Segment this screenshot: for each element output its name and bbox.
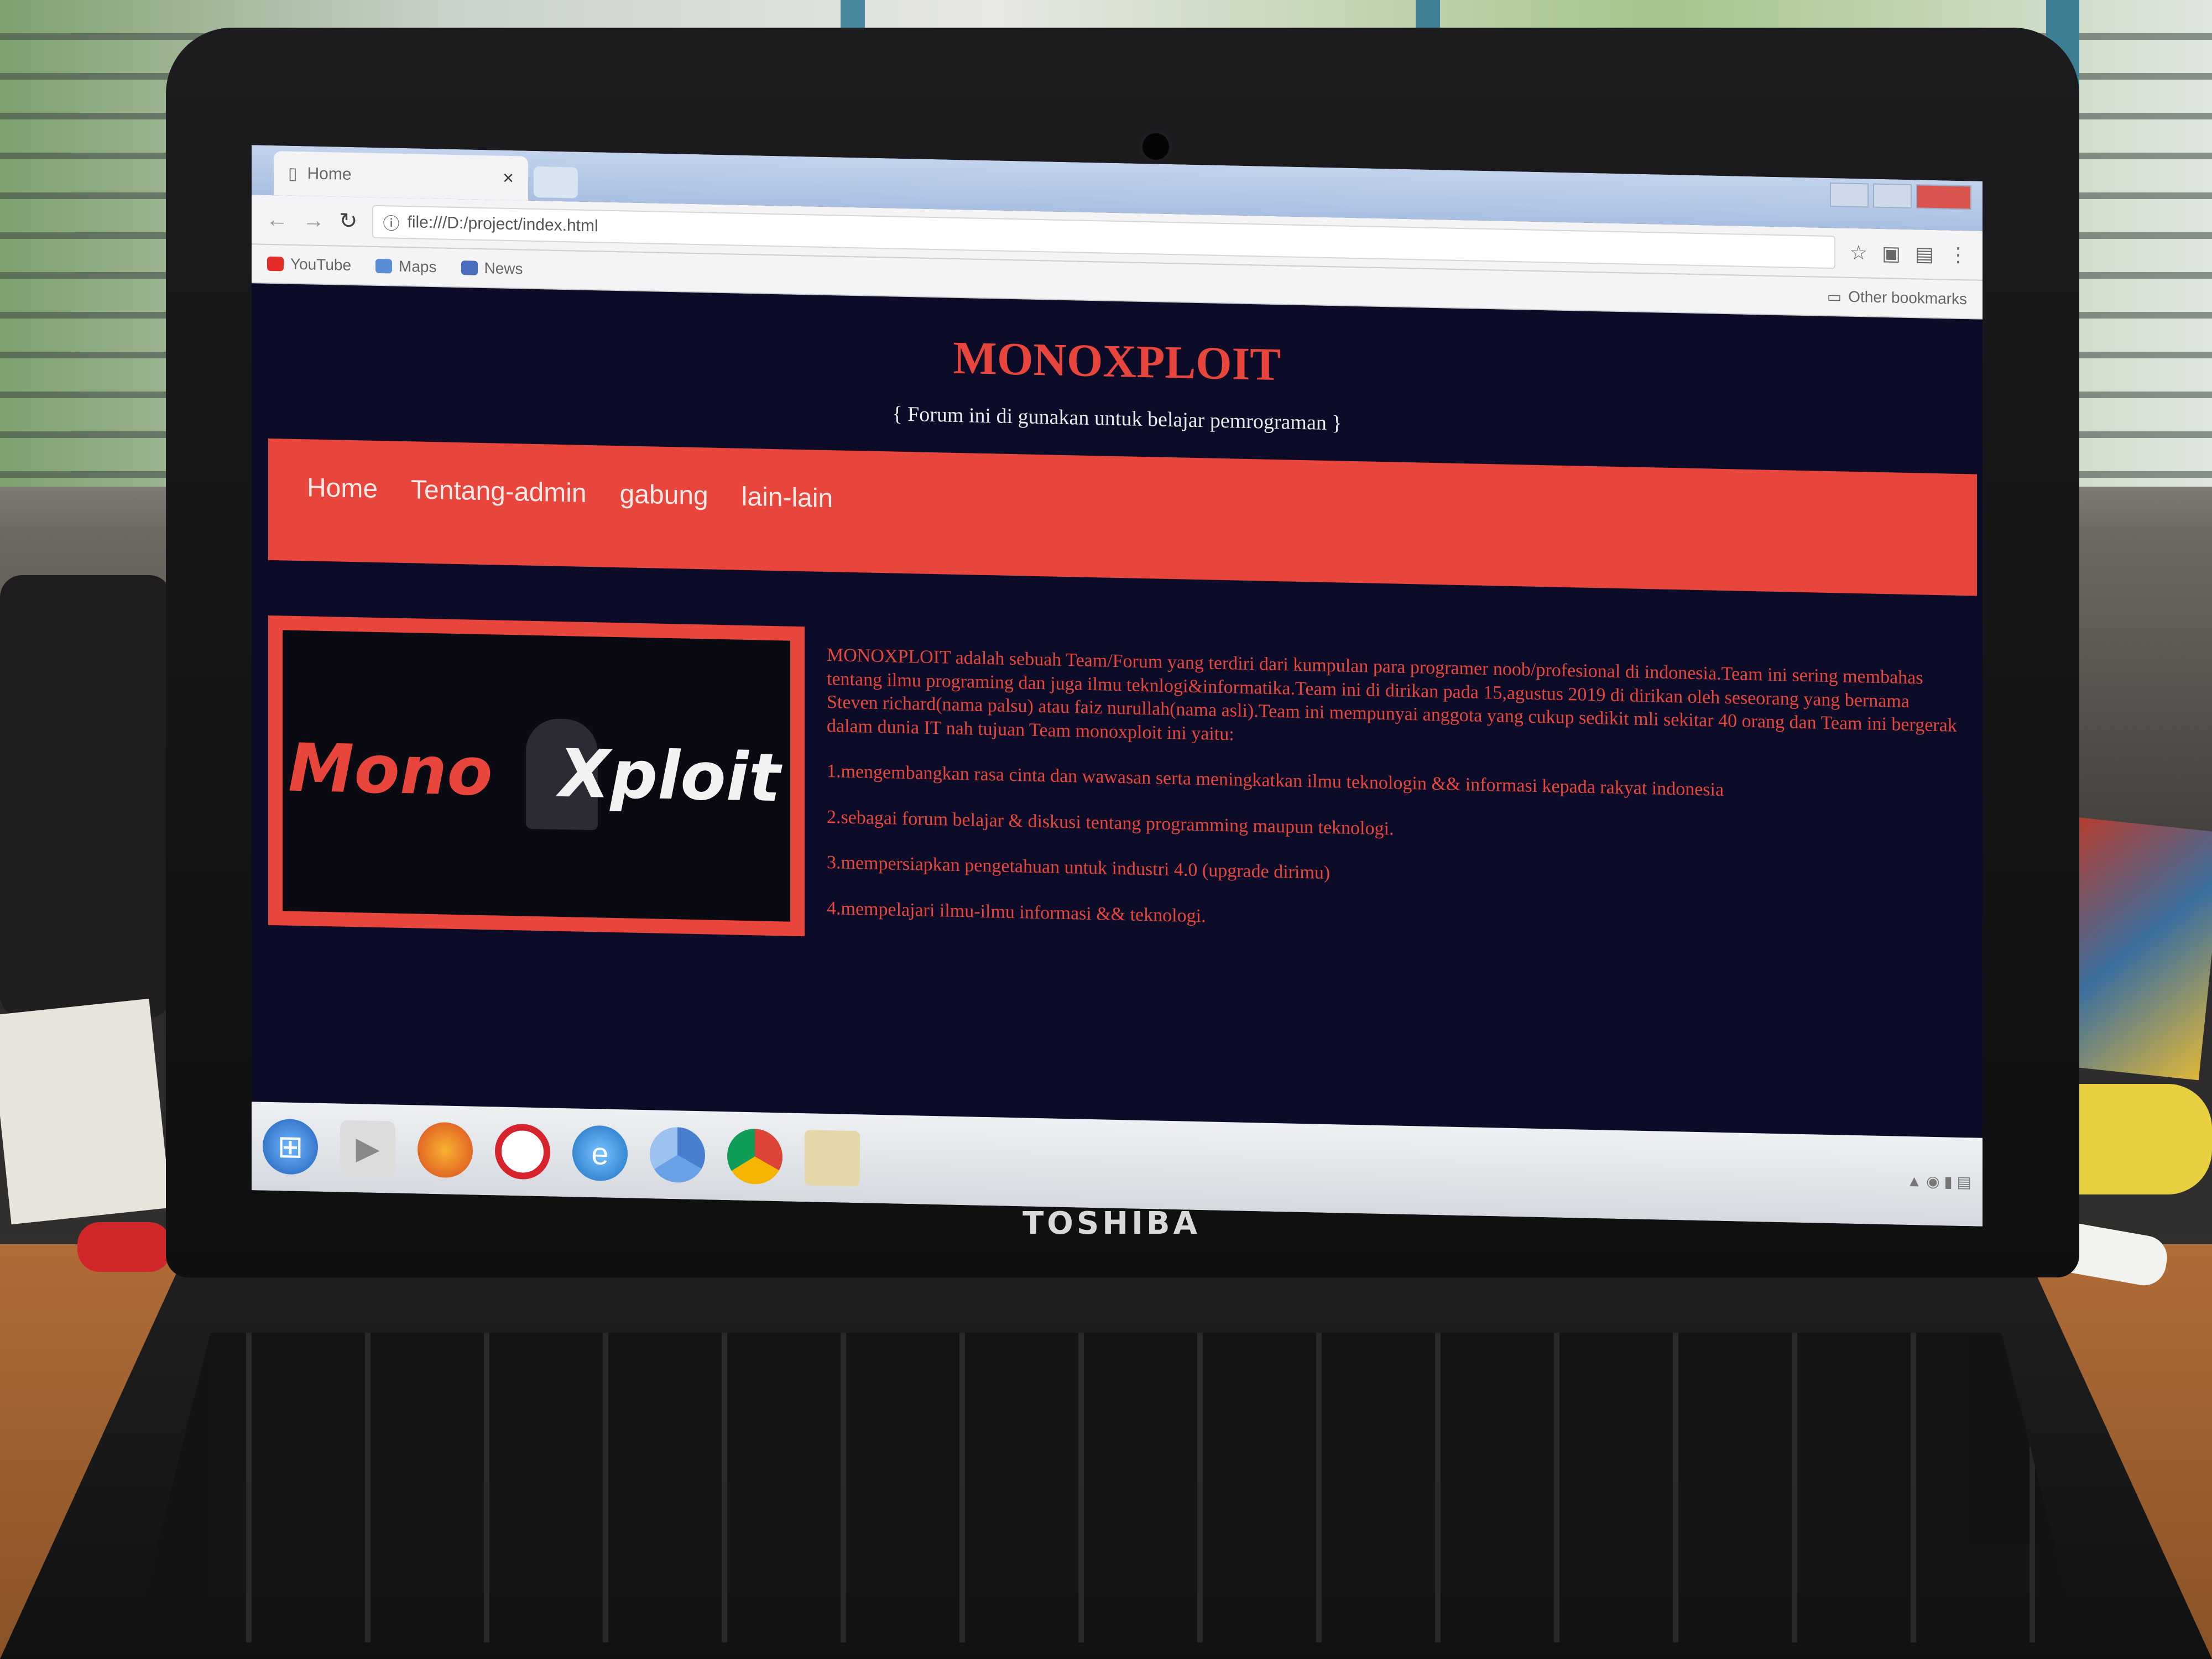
reload-icon[interactable]: ↻ [339,208,358,234]
nav-tentang-admin[interactable]: Tentang-admin [411,474,587,509]
bookmark-youtube[interactable]: YouTube [267,255,351,274]
info-icon: ⓘ [383,215,400,233]
goal-item: 1.mengembangkan rasa cinta dan wawasan s… [827,761,1724,800]
papers [0,998,171,1225]
other-bookmarks[interactable]: ▭ Other bookmarks [1827,287,1967,308]
goal-item: 4.mempelajari ilmu-ilmu informasi && tek… [827,898,1206,926]
forward-icon[interactable]: → [302,208,325,233]
opera-icon[interactable] [495,1123,550,1180]
toolbar-actions: ☆ ▣ ▤ ⋮ [1850,241,1968,267]
minimize-button[interactable] [1830,182,1869,208]
maps-icon [375,258,393,274]
maximize-button[interactable] [1873,183,1912,209]
youtube-icon [267,256,284,272]
address-text: file:///D:/project/index.html [407,213,598,236]
menu-icon[interactable]: ⋮ [1948,243,1968,267]
page-title: MONOXPLOIT [953,332,1281,391]
firefox-icon[interactable] [418,1121,473,1178]
goal-item: 3.mempersiapkan pengetahuan untuk indust… [827,852,1331,884]
close-window-button[interactable] [1916,184,1971,210]
internet-explorer-icon[interactable]: e [572,1125,628,1182]
chrome-icon[interactable] [727,1128,782,1185]
extension-icon[interactable]: ▣ [1882,242,1901,265]
keyboard-keys[interactable] [133,1333,2079,1642]
bookmark-news[interactable]: News [461,259,523,278]
media-player-icon[interactable]: ▶ [340,1120,395,1177]
chromium-icon[interactable] [650,1126,705,1183]
logo-banner: Mono Xploit [268,615,805,937]
logo: Mono Xploit [288,730,796,817]
nav-home[interactable]: Home [307,472,378,504]
close-icon[interactable]: × [503,167,514,189]
bookmark-maps[interactable]: Maps [375,257,437,276]
laptop-screen: ▯ Home × ← → ↻ ⓘ file:///D:/project/inde… [252,145,1983,1227]
nav-gabung[interactable]: gabung [620,479,708,511]
folder-icon[interactable] [805,1130,860,1187]
window-controls [1830,182,1971,210]
nav-lain-lain[interactable]: lain-lain [742,482,833,514]
laptop-brand: TOSHIBA [1022,1206,1201,1241]
logo-text-right: Xploit [559,735,781,817]
web-page: MONOXPLOIT { Forum ini di gunakan untuk … [252,283,1983,1138]
extension-icon[interactable]: ▤ [1915,242,1934,266]
windows-start-icon[interactable]: ⊞ [263,1118,318,1175]
back-icon[interactable]: ← [266,207,288,232]
site-navbar: Home Tentang-admin gabung lain-lain [268,438,1977,596]
news-icon [461,260,478,275]
new-tab-button[interactable] [534,166,578,199]
intro-paragraph: MONOXPLOIT adalah sebuah Team/Forum yang… [827,645,1957,744]
tab-title: Home [307,164,352,184]
bookmark-star-icon[interactable]: ☆ [1850,241,1867,265]
goal-item: 2.sebagai forum belajar & diskusi tentan… [827,806,1394,839]
page-icon: ▯ [288,164,298,183]
webcam-icon [1139,130,1172,163]
system-tray[interactable]: ▲ ◉ ▮ ▤ [1907,1171,1971,1191]
logo-text-left: Mono [288,729,493,811]
left-desk-object [0,575,171,1018]
folder-icon: ▭ [1827,288,1842,305]
about-content: MONOXPLOIT adalah sebuah Team/Forum yang… [827,644,1960,966]
marker [77,1222,171,1272]
browser-tab[interactable]: ▯ Home × [274,151,528,201]
